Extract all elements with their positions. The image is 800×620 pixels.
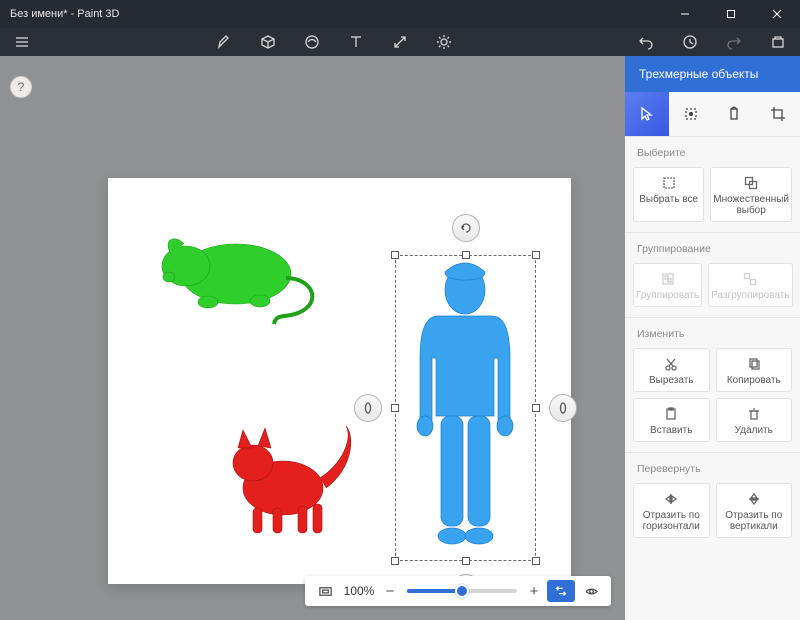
zoom-bar: 100% − + — [305, 576, 611, 606]
resize-handle-tm[interactable] — [462, 251, 470, 259]
brush-tool-icon[interactable] — [202, 28, 246, 56]
maximize-button[interactable] — [708, 0, 754, 28]
resize-handle-bm[interactable] — [462, 557, 470, 565]
zoom-out-button[interactable]: − — [379, 583, 401, 600]
zoom-in-button[interactable]: + — [523, 583, 545, 600]
rotate-y-left-gizmo[interactable] — [354, 394, 382, 422]
stickers-tool-icon[interactable] — [290, 28, 334, 56]
resize-handle-br[interactable] — [532, 557, 540, 565]
paste-button[interactable]: Вставить — [633, 398, 710, 442]
resize-handle-lm[interactable] — [391, 404, 399, 412]
menu-button[interactable] — [0, 28, 44, 56]
redo-button[interactable] — [712, 28, 756, 56]
cut-button[interactable]: Вырезать — [633, 348, 710, 392]
section-label-edit: Изменить — [637, 328, 788, 340]
history-button[interactable] — [668, 28, 712, 56]
flip-horizontal-button[interactable]: Отразить по горизонтали — [633, 483, 710, 538]
selection-mode-tabs — [625, 92, 800, 136]
ungroup-button: Разгруппировать — [708, 263, 792, 307]
fit-screen-icon[interactable] — [311, 576, 339, 606]
resize-handle-bl[interactable] — [391, 557, 399, 565]
view-3d-toggle[interactable] — [547, 580, 575, 602]
undo-button[interactable] — [624, 28, 668, 56]
effects-tool-icon[interactable] — [422, 28, 466, 56]
panel-header: Трехмерные объекты — [625, 56, 800, 92]
group-button: Группировать — [633, 263, 702, 307]
object-cat[interactable] — [218, 408, 363, 548]
canvas-stage[interactable]: ? — [0, 56, 625, 620]
object-mouse[interactable] — [148, 208, 318, 328]
resize-handle-tr[interactable] — [532, 251, 540, 259]
select-all-button[interactable]: Выбрать все — [633, 167, 704, 222]
properties-panel: Трехмерные объекты Выберите Выбрать все … — [625, 56, 800, 620]
canvas-tool-icon[interactable] — [378, 28, 422, 56]
rotate-z-gizmo[interactable] — [452, 214, 480, 242]
resize-handle-rm[interactable] — [532, 404, 540, 412]
text-tool-icon[interactable] — [334, 28, 378, 56]
zoom-slider[interactable] — [407, 589, 517, 593]
section-label-select: Выберите — [637, 147, 788, 159]
minimize-button[interactable] — [662, 0, 708, 28]
zoom-value[interactable]: 100% — [339, 584, 379, 598]
section-label-flip: Перевернуть — [637, 463, 788, 475]
multiselect-button[interactable]: Множественный выбор — [710, 167, 792, 222]
copy-button[interactable]: Копировать — [716, 348, 793, 392]
help-badge[interactable]: ? — [10, 76, 32, 98]
library-button[interactable] — [756, 28, 800, 56]
rotate-y-right-gizmo[interactable] — [549, 394, 577, 422]
main-toolbar — [0, 28, 800, 56]
resize-handle-tl[interactable] — [391, 251, 399, 259]
window-titlebar: Без имени* - Paint 3D — [0, 0, 800, 28]
mode-multiselect[interactable] — [669, 92, 713, 136]
section-label-group: Группирование — [637, 243, 788, 255]
shapes-3d-tool-icon[interactable] — [246, 28, 290, 56]
flip-vertical-button[interactable]: Отразить по вертикали — [716, 483, 793, 538]
close-button[interactable] — [754, 0, 800, 28]
delete-button[interactable]: Удалить — [716, 398, 793, 442]
eye-view-icon[interactable] — [577, 576, 605, 606]
window-title: Без имени* - Paint 3D — [0, 8, 662, 20]
mode-select[interactable] — [625, 92, 669, 136]
mode-magic-select[interactable] — [713, 92, 757, 136]
canvas[interactable] — [108, 178, 571, 584]
mode-crop[interactable] — [756, 92, 800, 136]
selection-box[interactable] — [395, 255, 536, 561]
